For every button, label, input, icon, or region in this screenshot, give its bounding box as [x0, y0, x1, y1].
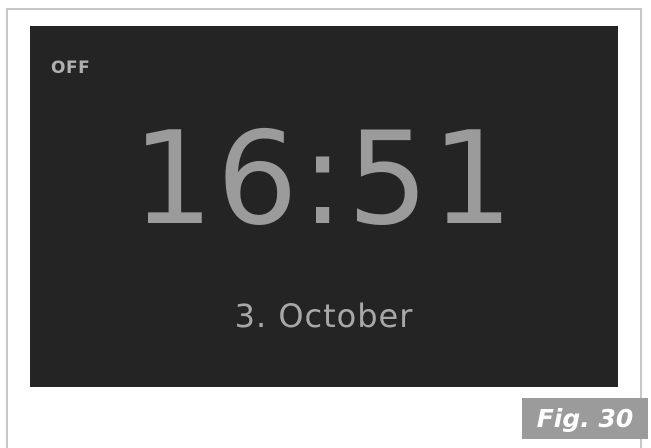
clock-display-screen: OFF 16:51 3. October — [30, 26, 618, 387]
figure-caption: Fig. 30 — [522, 398, 648, 439]
clock-time: 16:51 — [132, 105, 516, 254]
power-status-label: OFF — [51, 58, 91, 78]
clock-date: 3. October — [234, 297, 414, 335]
